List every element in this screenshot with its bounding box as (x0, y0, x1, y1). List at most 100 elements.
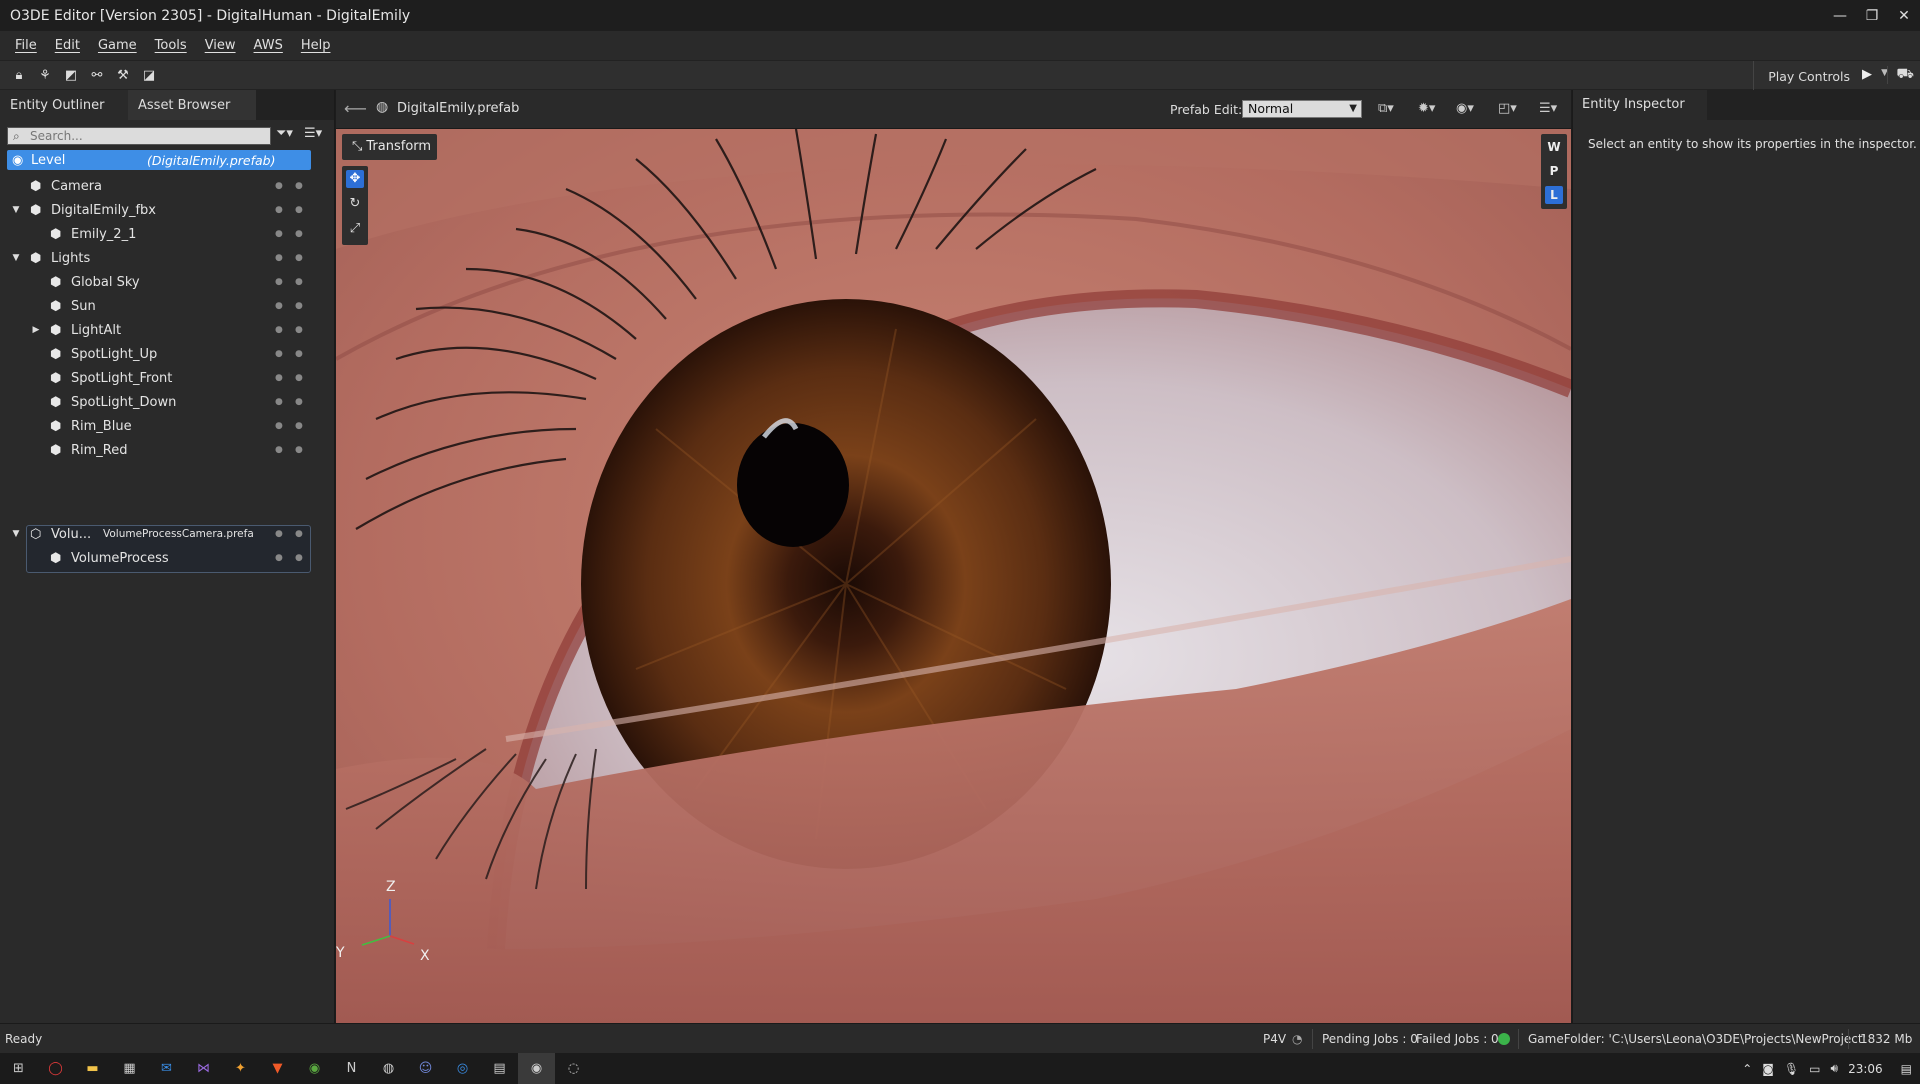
app-green-icon[interactable]: ◉ (296, 1053, 333, 1084)
brave-icon[interactable]: ▼ (259, 1053, 296, 1084)
landscape-icon[interactable]: ◪ (136, 64, 162, 86)
menu-file[interactable]: File (6, 31, 46, 60)
file-explorer-icon[interactable]: ▬ (74, 1053, 111, 1084)
visibility-toggle-icon[interactable]: ● (275, 349, 283, 359)
layout-icon[interactable]: ◰▾ (1498, 101, 1517, 116)
lock-toggle-icon[interactable]: ● (295, 349, 303, 359)
visibility-toggle-icon[interactable]: ● (275, 253, 283, 263)
blender-icon[interactable]: ✦ (222, 1053, 259, 1084)
lock-toggle-icon[interactable]: ● (295, 553, 303, 563)
app-blue-icon[interactable]: ◎ (444, 1053, 481, 1084)
tools-icon[interactable]: ⚒ (110, 64, 136, 86)
visibility-icon[interactable]: ◉▾ (1456, 101, 1474, 116)
visibility-toggle-icon[interactable]: ● (275, 421, 283, 431)
close-button[interactable]: ✕ (1888, 0, 1920, 31)
volume-icon[interactable]: 🔊︎ (1831, 1061, 1839, 1076)
menu-help[interactable]: Help (292, 31, 340, 60)
parent-space-button[interactable]: P (1545, 162, 1563, 180)
script-canvas-icon[interactable]: ⚯ (84, 64, 110, 86)
play-icon[interactable]: ▶ (1862, 67, 1872, 82)
visibility-toggle-icon[interactable]: ● (275, 229, 283, 239)
filter-icon[interactable]: ⏷▾ (276, 126, 293, 141)
tray-chevron-icon[interactable]: ⌃ (1742, 1062, 1752, 1076)
app-circle-icon[interactable]: ◌ (555, 1053, 592, 1084)
lock-toggle-icon[interactable]: ● (295, 229, 303, 239)
lock-toggle-icon[interactable]: ● (295, 445, 303, 455)
entity-row[interactable]: ▶ ⬢ LightAlt ● ● (0, 318, 335, 342)
lock-toggle-icon[interactable]: ● (295, 277, 303, 287)
prefab-edit-select[interactable]: Normal ▼ (1242, 100, 1362, 118)
back-arrow-icon[interactable]: ⟵ (344, 99, 367, 118)
menu-view[interactable]: View (196, 31, 245, 60)
tab-entity-outliner[interactable]: Entity Outliner (0, 90, 128, 120)
chevron-down-icon[interactable]: ▼ (10, 529, 22, 539)
chevron-down-icon[interactable]: ▼ (10, 253, 22, 263)
network-icon[interactable]: ▭ (1809, 1062, 1820, 1076)
viewport-3d[interactable]: ⤡ Transform ✥ ↻ ⤢ W P L Z Y X (336, 129, 1571, 1023)
search-input[interactable]: ⌕ Search... (7, 127, 271, 145)
mail-icon[interactable]: ✉ (148, 1053, 185, 1084)
tab-asset-browser[interactable]: Asset Browser (128, 90, 256, 120)
lock-toggle-icon[interactable]: ● (295, 205, 303, 215)
menu-game[interactable]: Game (89, 31, 146, 60)
local-space-button[interactable]: L (1545, 186, 1563, 204)
entity-row[interactable]: ⬢ Rim_Blue ● ● (0, 414, 335, 438)
lock-toggle-icon[interactable]: ● (295, 253, 303, 263)
webcam-icon[interactable]: ◙ (1762, 1062, 1774, 1076)
lock-toggle-icon[interactable]: ● (295, 325, 303, 335)
clock[interactable]: 23:06 (1848, 1062, 1883, 1076)
entity-row[interactable]: ⬢ Global Sky ● ● (0, 270, 335, 294)
entity-row[interactable]: ▼ ⬢ DigitalEmily_fbx ● ● (0, 198, 335, 222)
entity-row[interactable]: ▼ ⬢ Lights ● ● (0, 246, 335, 270)
entity-row[interactable]: ⬢ Sun ● ● (0, 294, 335, 318)
visual-studio-icon[interactable]: ⋈ (185, 1053, 222, 1084)
cart-icon[interactable]: ⛟ (1887, 66, 1914, 84)
visibility-toggle-icon[interactable]: ● (275, 181, 283, 191)
lock-toggle-icon[interactable]: ● (295, 397, 303, 407)
visibility-toggle-icon[interactable]: ● (275, 445, 283, 455)
volume-process-row[interactable]: ⬢ VolumeProcess ● ● (0, 546, 335, 570)
camera-icon[interactable]: ⧉▾ (1378, 101, 1394, 116)
entity-row[interactable]: ⬢ SpotLight_Front ● ● (0, 366, 335, 390)
store-icon[interactable]: ▦ (111, 1053, 148, 1084)
volume-group-row[interactable]: ▼ ⬡ Volu... VolumeProcessCamera.prefa ● ● (0, 522, 335, 546)
lock-toggle-icon[interactable]: ● (295, 373, 303, 383)
discord-icon[interactable]: ☺ (407, 1053, 444, 1084)
entity-row[interactable]: ⬢ Rim_Red ● ● (0, 438, 335, 462)
material-editor-icon[interactable]: ◩ (58, 64, 84, 86)
menu-edit[interactable]: Edit (46, 31, 89, 60)
lock-icon[interactable]: 🔒︎ (6, 64, 32, 86)
lock-toggle-icon[interactable]: ● (295, 421, 303, 431)
transform-button[interactable]: ⤡ Transform (342, 134, 437, 160)
menu-tools[interactable]: Tools (146, 31, 196, 60)
notification-icon[interactable]: ▤ (1901, 1062, 1912, 1076)
debug-icon[interactable]: ✹▾ (1418, 101, 1435, 116)
microphone-icon[interactable]: 🎙︎ (1784, 1062, 1799, 1076)
list-menu-icon[interactable]: ☰▾ (304, 126, 322, 141)
entity-row[interactable]: ⬢ SpotLight_Up ● ● (0, 342, 335, 366)
rotate-icon[interactable]: ↻ (346, 195, 364, 213)
o3de-icon[interactable]: ◉ (518, 1053, 555, 1084)
entity-row[interactable]: ⬢ Camera ● ● (0, 174, 335, 198)
visibility-toggle-icon[interactable]: ● (275, 397, 283, 407)
p4v-status-icon[interactable]: ◔ (1292, 1032, 1302, 1046)
opera-icon[interactable]: ◯ (37, 1053, 74, 1084)
chevron-right-icon[interactable]: ▶ (30, 325, 42, 335)
entity-row[interactable]: ⬢ Emily_2_1 ● ● (0, 222, 335, 246)
visibility-toggle-icon[interactable]: ● (275, 373, 283, 383)
minimize-button[interactable]: — (1824, 0, 1856, 31)
visibility-toggle-icon[interactable]: ● (275, 325, 283, 335)
move-icon[interactable]: ✥ (346, 170, 364, 188)
menu-aws[interactable]: AWS (245, 31, 292, 60)
restore-button[interactable]: ❐ (1856, 0, 1888, 31)
animation-icon[interactable]: ⚘ (32, 64, 58, 86)
visibility-toggle-icon[interactable]: ● (275, 301, 283, 311)
visibility-toggle-icon[interactable]: ● (275, 277, 283, 287)
visibility-toggle-icon[interactable]: ● (275, 529, 283, 539)
lock-toggle-icon[interactable]: ● (295, 529, 303, 539)
lock-toggle-icon[interactable]: ● (295, 301, 303, 311)
document-icon[interactable]: ▤ (481, 1053, 518, 1084)
visibility-toggle-icon[interactable]: ● (275, 205, 283, 215)
viewport-menu-icon[interactable]: ☰▾ (1539, 101, 1557, 116)
tab-entity-inspector[interactable]: Entity Inspector (1573, 90, 1707, 120)
